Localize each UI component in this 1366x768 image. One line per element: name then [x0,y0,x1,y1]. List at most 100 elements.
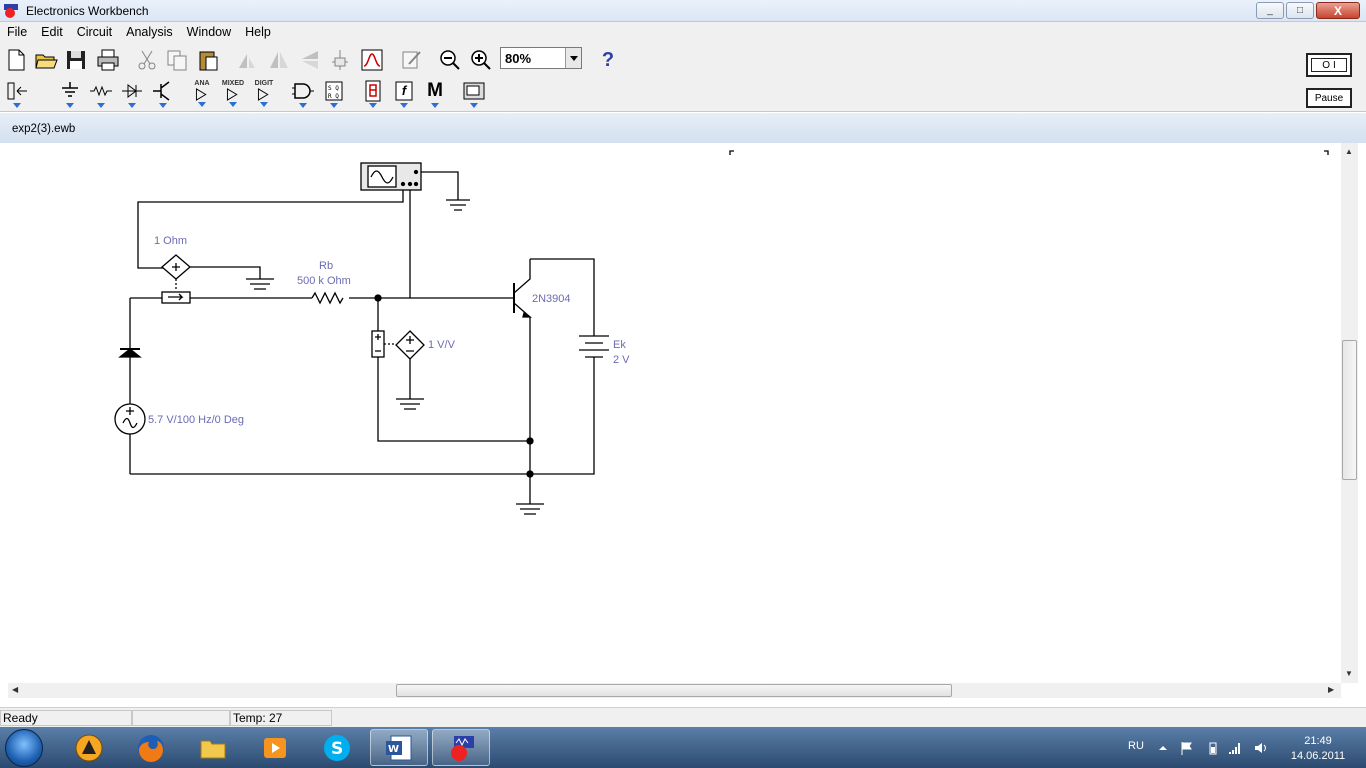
favorites-bin-button[interactable] [3,80,31,110]
tray-clock[interactable]: 21:49 14.06.2011 [1282,734,1354,764]
diode-icon [122,84,142,98]
status-temp: Temp: 27 [230,710,332,726]
tray-expand-icon[interactable] [1156,741,1170,755]
skype-icon: S [324,734,350,761]
zoom-select[interactable]: 80% [500,47,582,69]
component-properties-button[interactable] [326,45,354,75]
transistor-2n3904[interactable] [513,259,533,318]
taskbar-app-explorer[interactable] [184,729,242,766]
miscellaneous-bin-button[interactable]: M [421,80,449,110]
logic-gates-bin-button[interactable] [289,80,317,110]
parts-bin-toolbar: ANA MIXED DIGIT S QR Q f M [0,78,1366,112]
zoom-out-button[interactable] [436,45,464,75]
diode[interactable] [118,348,142,358]
current-controlled-source[interactable] [161,254,191,280]
sources-bin-button[interactable] [56,80,84,110]
oscilloscope[interactable] [360,162,422,191]
instruments-bin-button[interactable] [460,80,488,110]
minimize-button[interactable]: _ [1256,2,1284,19]
open-file-button[interactable] [32,45,60,75]
paste-button[interactable] [194,45,222,75]
ac-source-label: 5.7 V/100 Hz/0 Deg [148,414,245,426]
svg-text:S: S [331,739,343,759]
flip-horizontal-button[interactable] [265,45,293,75]
print-button[interactable] [94,45,122,75]
clock-date: 14.06.2011 [1290,750,1346,762]
basic-bin-button[interactable] [87,80,115,110]
battery-icon[interactable] [1206,741,1220,755]
start-button[interactable] [5,729,43,767]
folder-icon [200,740,226,758]
taskbar-app-word[interactable]: W [370,729,428,766]
horizontal-scrollbar[interactable]: ◀ ▶ [8,683,1341,698]
vertical-scroll-thumb[interactable] [1342,340,1357,480]
main-toolbar: ? [0,42,1366,78]
indicators-bin-button[interactable] [359,80,387,110]
vcvs-gain: 1 V/V [428,339,455,351]
battery-ek[interactable] [579,335,609,358]
menu-window[interactable]: Window [187,25,231,39]
taskbar-app-aimp[interactable] [60,729,118,766]
copy-button[interactable] [163,45,191,75]
zoom-in-button[interactable] [467,45,495,75]
digital-bin-button[interactable]: S QR Q [320,80,348,110]
digital-ics-bin-button[interactable]: DIGIT [250,80,278,110]
digital-ic-icon [257,88,269,101]
clipboard-icon [199,51,218,71]
help-button[interactable]: ? [594,45,622,75]
controls-bin-button[interactable]: f [390,80,418,110]
battery-value: 2 V [613,354,630,366]
analog-ics-bin-button[interactable]: ANA [188,80,216,110]
voltage-controlled-source[interactable] [395,330,425,360]
action-center-flag-icon[interactable] [1180,741,1194,755]
restore-button[interactable]: □ [1286,2,1314,19]
description-button[interactable] [397,45,425,75]
rotate-icon [239,54,255,68]
network-signal-icon[interactable] [1228,741,1242,755]
mixed-ics-bin-button[interactable]: MIXED [219,80,247,110]
power-switch[interactable]: O I [1306,53,1352,77]
cut-button[interactable] [133,45,161,75]
menu-help[interactable]: Help [245,25,271,39]
menu-circuit[interactable]: Circuit [77,25,112,39]
ac-voltage-source[interactable] [114,403,146,435]
taskbar-app-skype[interactable]: S [308,729,366,766]
menu-file[interactable]: File [7,25,27,39]
new-file-button[interactable] [2,45,30,75]
create-subcircuit-button[interactable] [358,45,386,75]
svg-text:R Q: R Q [328,93,339,100]
scroll-left-icon[interactable]: ◀ [12,685,18,694]
tray-language[interactable]: RU [1128,740,1144,752]
volume-icon[interactable] [1254,741,1268,755]
scroll-up-icon[interactable]: ▲ [1345,147,1353,156]
vertical-scrollbar[interactable]: ▲ ▼ [1341,143,1358,683]
chevron-down-icon[interactable] [565,48,581,68]
firefox-icon [138,734,164,762]
current-sensor[interactable] [161,291,191,304]
pause-button[interactable]: Pause [1306,88,1352,108]
voltage-sense-element[interactable] [371,330,385,358]
menu-bar: File Edit Circuit Analysis Window Help [0,22,1366,42]
zoom-value: 80% [505,51,532,66]
transistors-bin-button[interactable] [149,80,177,110]
scroll-down-icon[interactable]: ▼ [1345,669,1353,678]
taskbar-app-firefox[interactable] [122,729,180,766]
save-button[interactable] [62,45,90,75]
flip-flop-icon: S QR Q [325,81,343,101]
zoom-in-icon [471,50,491,70]
rotate-button[interactable] [233,45,261,75]
close-button[interactable]: X [1316,2,1360,19]
circuit-canvas[interactable]: 1 Ohm Rb 500 k Ohm 2N3904 1 V/V Ek 2 V 5… [8,143,1341,683]
diodes-bin-button[interactable] [118,80,146,110]
resistor-name: Rb [319,260,334,272]
menu-edit[interactable]: Edit [41,25,63,39]
aimp-icon [75,734,103,761]
taskbar-app-media-player[interactable] [246,729,304,766]
flip-vertical-button[interactable] [296,45,324,75]
scroll-right-icon[interactable]: ▶ [1328,685,1334,694]
taskbar-app-workbench[interactable] [432,729,490,766]
menu-analysis[interactable]: Analysis [126,25,173,39]
app-icon [4,4,18,18]
horizontal-scroll-thumb[interactable] [396,684,952,697]
resistor-rb[interactable] [311,291,344,305]
